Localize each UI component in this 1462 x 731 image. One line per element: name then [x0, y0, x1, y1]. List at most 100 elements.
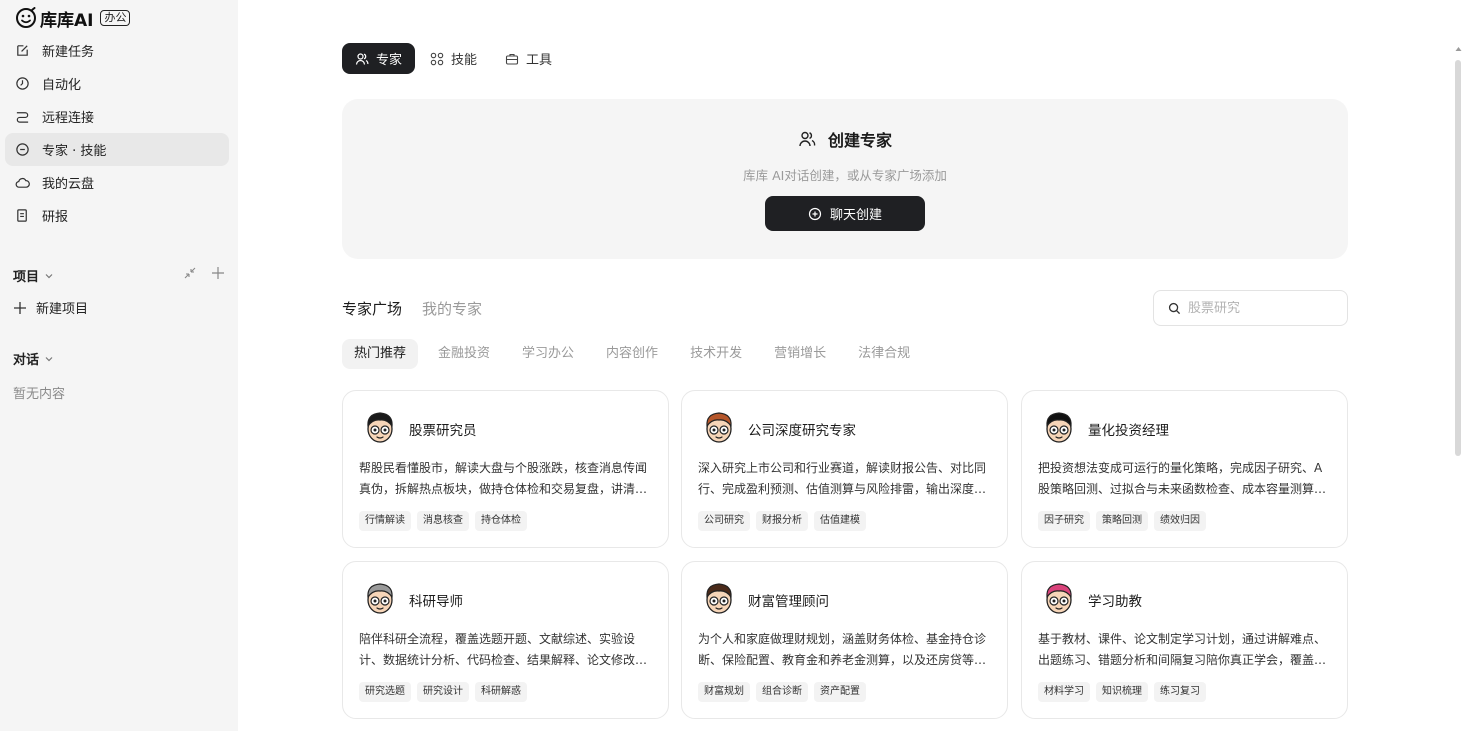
chevron-down-icon	[45, 273, 53, 278]
avatar	[367, 583, 393, 614]
app-window: 库库AI 办公 新建任务 自动化 远程连接 专家 · 技能 我的云盘 研报 项目…	[0, 0, 1462, 731]
conversations-header[interactable]: 对话	[13, 349, 54, 368]
avatar	[1046, 412, 1072, 443]
expert-card-desc: 陪伴科研全流程，覆盖选题开题、文献综述、实验设计、数据统计分析、代码检查、结果解…	[359, 632, 648, 667]
expert-card-tags: 财富规划 组合诊断 资产配置	[698, 682, 872, 702]
tab-my-experts[interactable]: 我的专家	[422, 298, 482, 319]
chat-create-button[interactable]: 聊天创建	[765, 196, 925, 231]
cloud-icon	[15, 177, 30, 188]
category-study[interactable]: 学习办公	[510, 339, 586, 369]
tab-skills[interactable]: 技能	[417, 43, 490, 74]
collapse-icon[interactable]	[183, 266, 197, 280]
logo-badge: 办公	[100, 10, 131, 26]
grid-icon	[430, 52, 444, 65]
sidebar-item-automation[interactable]: 自动化	[5, 67, 229, 100]
expert-search[interactable]	[1153, 290, 1348, 326]
main-content: 专家 技能 工具 创建专家 库库 AI对话创建，或从专家广场添加 聊天创建 专家…	[238, 0, 1462, 731]
tag: 材料学习	[1038, 682, 1090, 702]
expert-card-title: 财富管理顾问	[748, 594, 829, 610]
expert-card-title: 量化投资经理	[1088, 423, 1169, 439]
chat-plus-icon	[808, 207, 822, 220]
tag: 估值建模	[814, 511, 866, 531]
sidebar-item-label: 新建任务	[42, 45, 95, 60]
users-icon	[799, 131, 816, 147]
avatar	[706, 412, 732, 443]
edit-icon	[17, 45, 28, 56]
tab-label: 工具	[526, 53, 553, 68]
expert-sub-tabs: 专家广场 我的专家	[342, 298, 502, 319]
tag: 绩效归因	[1154, 511, 1206, 531]
sidebar-item-remote[interactable]: 远程连接	[5, 100, 229, 133]
category-marketing[interactable]: 营销增长	[762, 339, 838, 369]
tab-label: 专家	[376, 53, 403, 68]
expert-card[interactable]: 量化投资经理 把投资想法变成可运行的量化策略，完成因子研究、A股策略回测、过拟合…	[1021, 390, 1348, 548]
expert-card[interactable]: 公司深度研究专家 深入研究上市公司和行业赛道，解读财报公告、对比同行、完成盈利预…	[681, 390, 1008, 548]
tab-experts[interactable]: 专家	[342, 43, 416, 74]
avatar	[367, 412, 393, 443]
sidebar-item-reports[interactable]: 研报	[5, 199, 229, 232]
tag: 知识梳理	[1096, 682, 1148, 702]
create-expert-title: 创建专家	[342, 127, 1348, 151]
expert-card-title: 公司深度研究专家	[748, 423, 856, 439]
expert-card[interactable]: 财富管理顾问 为个人和家庭做理财规划，涵盖财务体检、基金持仓诊断、保险配置、教育…	[681, 561, 1008, 719]
projects-header[interactable]: 项目	[13, 266, 54, 285]
tag: 消息核查	[417, 511, 469, 531]
tag: 科研解惑	[475, 682, 527, 702]
tab-expert-plaza[interactable]: 专家广场	[342, 298, 402, 319]
category-filters: 热门推荐 金融投资 学习办公 内容创作 技术开发 营销增长 法律合规	[342, 339, 930, 369]
tag: 因子研究	[1038, 511, 1090, 531]
search-input[interactable]	[1188, 300, 1338, 316]
expert-icon	[16, 143, 29, 156]
plus-icon	[14, 301, 26, 314]
expert-card-title: 股票研究员	[409, 423, 477, 439]
sidebar-item-cloud[interactable]: 我的云盘	[5, 166, 229, 199]
category-content[interactable]: 内容创作	[594, 339, 670, 369]
sidebar-item-experts[interactable]: 专家 · 技能	[5, 133, 229, 166]
sidebar-item-label: 研报	[42, 210, 69, 225]
create-expert-subtitle: 库库 AI对话创建，或从专家广场添加	[743, 168, 947, 183]
main-tabs: 专家 技能 工具	[342, 43, 567, 74]
sidebar: 库库AI 办公 新建任务 自动化 远程连接 专家 · 技能 我的云盘 研报 项目…	[0, 0, 238, 731]
category-legal[interactable]: 法律合规	[846, 339, 922, 369]
sidebar-item-label: 远程连接	[42, 111, 95, 126]
expert-card[interactable]: 股票研究员 帮股民看懂股市，解读大盘与个股涨跌，核查消息传闻真伪，拆解热点板块，…	[342, 390, 669, 548]
expert-card[interactable]: 学习助教 基于教材、课件、论文制定学习计划，通过讲解难点、出题练习、错题分析和间…	[1021, 561, 1348, 719]
tab-label: 技能	[451, 53, 478, 68]
sidebar-item-label: 自动化	[42, 78, 82, 93]
conversations-label: 对话	[13, 353, 40, 368]
category-tech[interactable]: 技术开发	[678, 339, 754, 369]
chat-create-label: 聊天创建	[829, 208, 882, 223]
expert-card-tags: 因子研究 策略回测 绩效归因	[1038, 511, 1212, 531]
new-project-button[interactable]: 新建项目	[13, 298, 88, 317]
expert-card-tags: 材料学习 知识梳理 练习复习	[1038, 682, 1212, 702]
tag: 持仓体检	[475, 511, 527, 531]
sidebar-nav: 新建任务 自动化 远程连接 专家 · 技能 我的云盘 研报	[5, 34, 229, 232]
category-finance[interactable]: 金融投资	[426, 339, 502, 369]
expert-card-desc: 深入研究上市公司和行业赛道，解读财报公告、对比同行、完成盈利预测、估值测算与风险…	[698, 461, 987, 496]
users-icon	[355, 52, 369, 65]
sidebar-item-new-task[interactable]: 新建任务	[5, 34, 229, 67]
tag: 资产配置	[814, 682, 866, 702]
new-project-label: 新建项目	[36, 302, 89, 317]
expert-card-tags: 行情解读 消息核查 持仓体检	[359, 511, 533, 531]
tag: 研究选题	[359, 682, 411, 702]
expert-card[interactable]: 科研导师 陪伴科研全流程，覆盖选题开题、文献综述、实验设计、数据统计分析、代码检…	[342, 561, 669, 719]
logo[interactable]: 库库AI 办公	[15, 6, 131, 31]
projects-actions	[183, 266, 225, 280]
add-project-icon[interactable]	[211, 266, 225, 280]
expert-card-desc: 把投资想法变成可运行的量化策略，完成因子研究、A股策略回测、过拟合与未来函数检查…	[1038, 461, 1327, 496]
chevron-down-icon	[45, 356, 53, 361]
clock-icon	[16, 77, 29, 90]
expert-card-desc: 基于教材、课件、论文制定学习计划，通过讲解难点、出题练习、错题分析和间隔复习陪你…	[1038, 632, 1327, 667]
scroll-up-arrow[interactable]	[1455, 46, 1462, 52]
tag: 公司研究	[698, 511, 750, 531]
report-icon	[17, 209, 27, 222]
tag: 练习复习	[1154, 682, 1206, 702]
scrollbar-thumb[interactable]	[1455, 60, 1461, 456]
category-hot[interactable]: 热门推荐	[342, 339, 419, 369]
tag: 财报分析	[756, 511, 808, 531]
tag: 财富规划	[698, 682, 750, 702]
tab-tools[interactable]: 工具	[492, 43, 565, 74]
projects-label: 项目	[13, 270, 40, 285]
expert-card-desc: 为个人和家庭做理财规划，涵盖财务体检、基金持仓诊断、保险配置、教育金和养老金测算…	[698, 632, 987, 667]
